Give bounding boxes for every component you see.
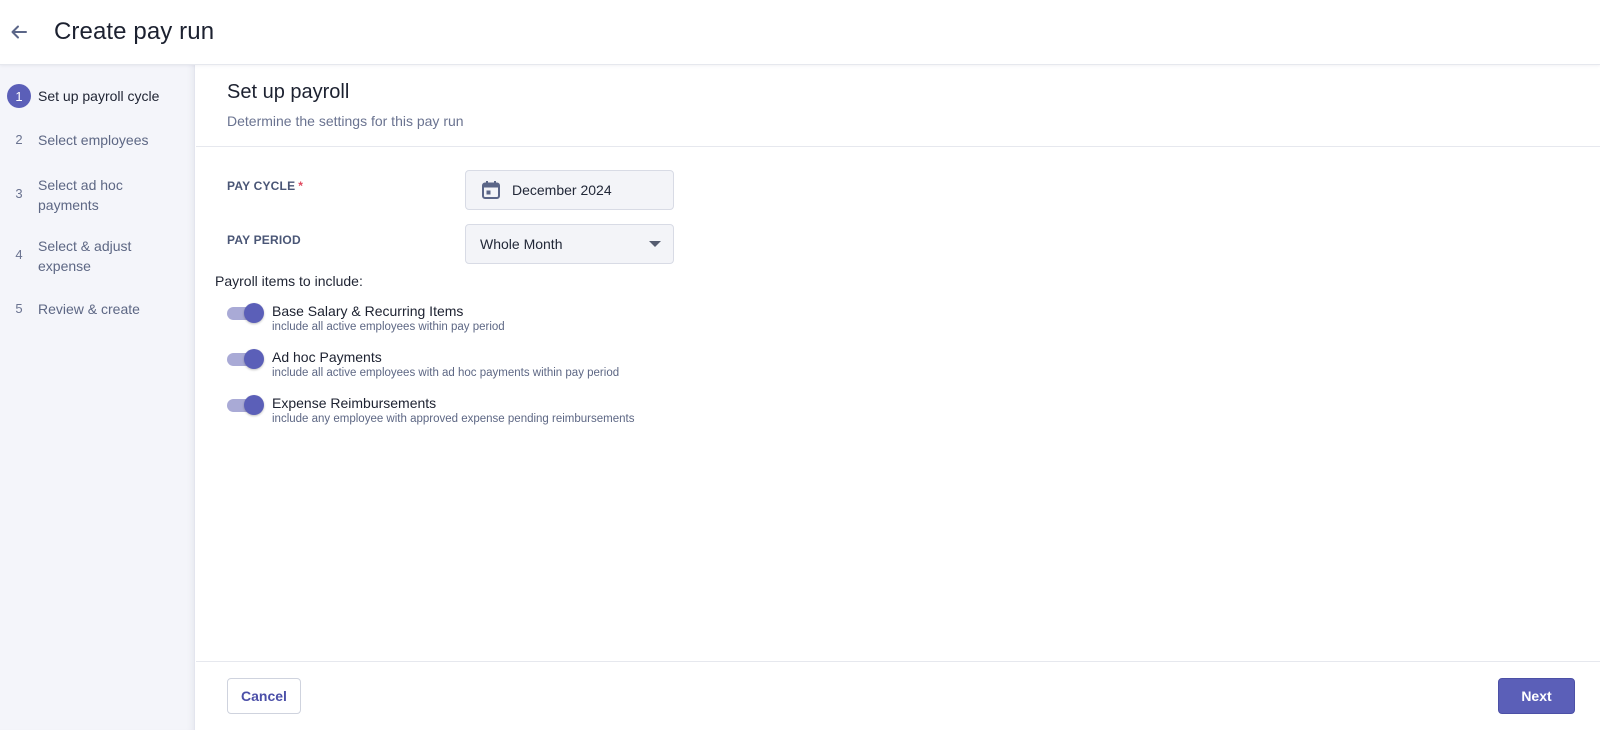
payroll-items-heading: Payroll items to include: [215,273,363,289]
step-number: 2 [15,132,23,147]
payroll-item-description: include all active employees within pay … [272,321,505,333]
payroll-item-title: Ad hoc Payments [272,349,382,365]
step-label: Select & adjust expense [38,238,132,274]
step-review-create[interactable]: 5 Review & create [0,299,195,319]
toggle-knob [244,349,264,369]
payroll-item-text: Ad hoc Payments include all active emplo… [272,348,619,380]
caret-down-icon [649,241,661,247]
step-number-badge: 1 [7,84,31,108]
step-label: Select ad hoc payments [38,177,123,213]
page-title: Create pay run [54,18,215,45]
pay-cycle-label-text: PAY CYCLE [227,179,296,193]
step-select-adjust-expense[interactable]: 4 Select & adjust expense [0,236,195,276]
section-title: Set up payroll [227,81,350,103]
base-salary-toggle[interactable] [227,302,265,324]
pay-period-select[interactable]: Whole Month [465,224,674,264]
cancel-button[interactable]: Cancel [227,678,301,714]
toggle-knob [244,395,264,415]
step-setup-payroll-cycle[interactable]: 1 Set up payroll cycle [0,84,195,108]
step-label: Review & create [38,301,140,317]
ad-hoc-payments-toggle[interactable] [227,348,265,370]
payroll-item-row: Ad hoc Payments include all active emplo… [227,348,619,380]
toggle-knob [244,303,264,323]
arrow-left-icon [11,25,27,39]
calendar-icon [480,179,502,201]
pay-cycle-label: PAY CYCLE * [227,179,303,193]
payroll-item-description: include all active employees with ad hoc… [272,367,620,379]
payroll-item-text: Base Salary & Recurring Items include al… [272,302,505,334]
payroll-item-description: include any employee with approved expen… [272,413,635,425]
required-mark: * [298,179,304,193]
payroll-item-row: Expense Reimbursements include any emplo… [227,394,634,426]
steps-sidebar: 1 Set up payroll cycle 2 Select employee… [0,65,195,730]
next-button[interactable]: Next [1498,678,1575,714]
step-select-employees[interactable]: 2 Select employees [0,130,195,150]
payroll-item-title: Base Salary & Recurring Items [272,303,464,319]
payroll-item-row: Base Salary & Recurring Items include al… [227,302,505,334]
step-label: Set up payroll cycle [38,88,160,104]
payroll-item-text: Expense Reimbursements include any emplo… [272,394,634,426]
footer-bar: Cancel Next [196,661,1600,730]
payroll-item-title: Expense Reimbursements [272,395,437,411]
pay-period-value: Whole Month [480,236,563,252]
pay-cycle-value: December 2024 [512,182,612,198]
step-number: 5 [15,301,23,316]
back-button[interactable] [0,13,38,51]
section-header: Set up payroll Determine the settings fo… [196,65,1600,147]
pay-cycle-picker[interactable]: December 2024 [465,170,674,210]
top-bar: Create pay run [0,0,1600,65]
main-panel: Set up payroll Determine the settings fo… [196,65,1600,730]
step-number: 4 [15,247,23,262]
step-select-ad-hoc-payments[interactable]: 3 Select ad hoc payments [0,175,195,215]
step-label: Select employees [38,132,149,148]
expense-reimbursements-toggle[interactable] [227,394,265,416]
pay-period-label: PAY PERIOD [227,233,301,247]
section-subtitle: Determine the settings for this pay run [227,113,464,129]
step-number: 3 [15,186,23,201]
